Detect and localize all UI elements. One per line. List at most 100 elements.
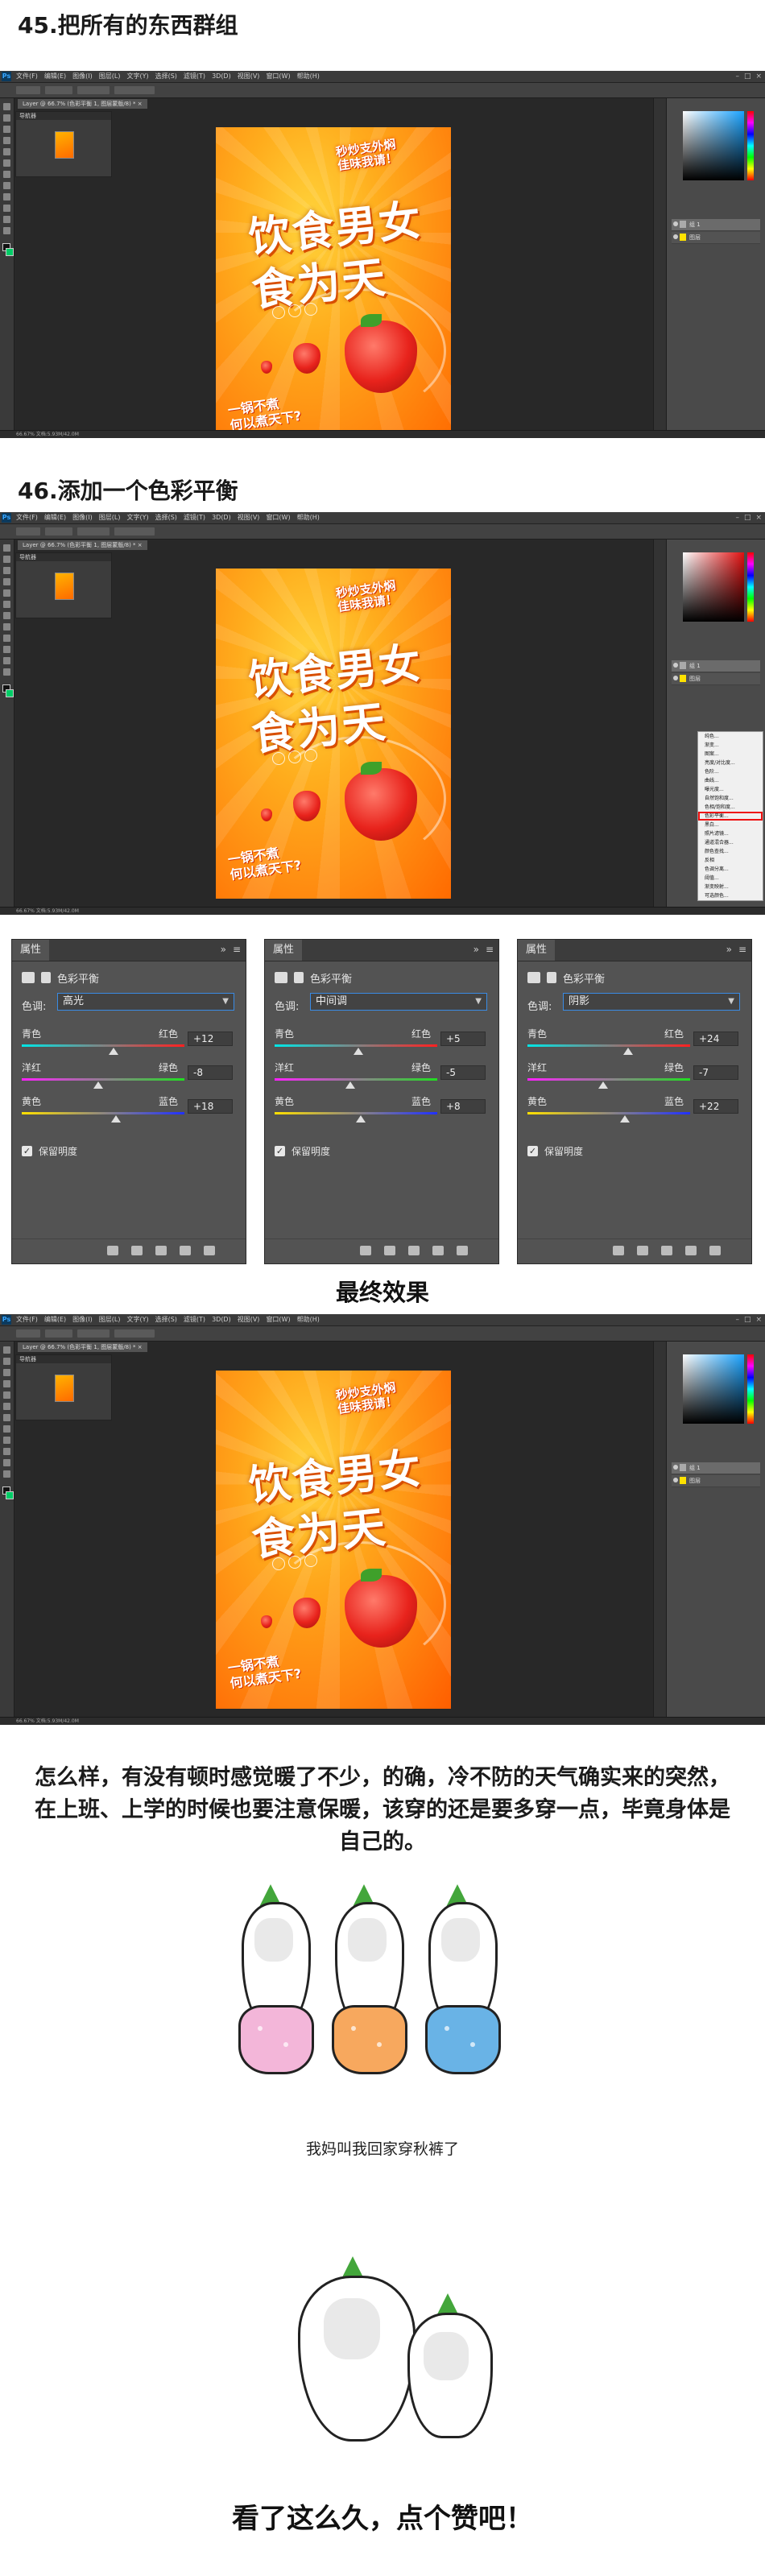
tone-select[interactable]: 高光 ▼ xyxy=(57,993,234,1011)
navigator-thumbnail[interactable] xyxy=(55,131,74,159)
menu-view[interactable]: 视图(V) xyxy=(238,1316,260,1324)
move-tool-icon[interactable] xyxy=(3,544,10,552)
properties-tab[interactable]: 属性 xyxy=(518,940,556,961)
menu-file[interactable]: 文件(F) xyxy=(16,1316,38,1324)
preserve-luminosity[interactable]: ✓ 保留明度 xyxy=(22,1144,77,1158)
menu-3d[interactable]: 3D(D) xyxy=(212,72,231,81)
navigator-thumbnail[interactable] xyxy=(55,1375,74,1402)
menu-item-selective-color[interactable]: 可选颜色... xyxy=(698,891,763,900)
cyan-red-value[interactable]: +12 xyxy=(188,1032,233,1046)
slider-handle[interactable] xyxy=(356,1115,366,1123)
color-picker[interactable] xyxy=(683,111,744,180)
stamp-tool-icon[interactable] xyxy=(3,1414,10,1421)
menu-view[interactable]: 视图(V) xyxy=(238,514,260,522)
hue-slider[interactable] xyxy=(747,552,754,622)
option-control[interactable] xyxy=(114,86,155,94)
menu-help[interactable]: 帮助(H) xyxy=(297,514,320,522)
maximize-icon[interactable]: □ xyxy=(744,513,751,523)
pen-tool-icon[interactable] xyxy=(3,205,10,212)
gradient-tool-icon[interactable] xyxy=(3,1437,10,1444)
menu-layer[interactable]: 图层(L) xyxy=(99,514,121,522)
pen-tool-icon[interactable] xyxy=(3,1448,10,1455)
mask-icon[interactable] xyxy=(41,972,51,983)
menu-item-gradient[interactable]: 渐变... xyxy=(698,741,763,750)
stamp-tool-icon[interactable] xyxy=(3,171,10,178)
menu-view[interactable]: 视图(V) xyxy=(238,72,260,81)
cyan-red-value[interactable]: +5 xyxy=(440,1032,486,1046)
document-tab[interactable]: Layer @ 66.7% (色彩平衡 1, 图层蒙版/8) * × xyxy=(18,99,147,109)
crop-tool-icon[interactable] xyxy=(3,1380,10,1387)
menu-layer[interactable]: 图层(L) xyxy=(99,72,121,81)
reset-icon[interactable] xyxy=(155,1246,167,1255)
checkbox-checked-icon[interactable]: ✓ xyxy=(22,1146,32,1156)
color-picker[interactable] xyxy=(683,1354,744,1424)
yellow-blue-slider[interactable] xyxy=(527,1112,690,1114)
collapse-icon[interactable]: » xyxy=(473,944,479,955)
menu-edit[interactable]: 编辑(E) xyxy=(44,72,66,81)
collapse-icon[interactable]: » xyxy=(221,944,226,955)
yellow-blue-value[interactable]: +8 xyxy=(440,1099,486,1114)
properties-tab[interactable]: 属性 xyxy=(12,940,50,961)
panel-menu-icon[interactable]: ≡ xyxy=(233,944,241,955)
eye-icon[interactable] xyxy=(673,1478,678,1482)
layer-row[interactable]: 组 1 xyxy=(672,1462,760,1474)
type-tool-icon[interactable] xyxy=(3,216,10,223)
marquee-tool-icon[interactable] xyxy=(3,556,10,563)
menu-type[interactable]: 文字(Y) xyxy=(126,514,148,522)
option-control[interactable] xyxy=(45,86,72,94)
lasso-tool-icon[interactable] xyxy=(3,126,10,133)
menu-type[interactable]: 文字(Y) xyxy=(126,72,148,81)
eraser-tool-icon[interactable] xyxy=(3,623,10,631)
menu-file[interactable]: 文件(F) xyxy=(16,72,38,81)
menu-item-channel-mixer[interactable]: 通道混合器... xyxy=(698,838,763,847)
menu-filter[interactable]: 滤镜(T) xyxy=(184,1316,205,1324)
tone-select[interactable]: 中间调 ▼ xyxy=(310,993,487,1011)
menu-window[interactable]: 窗口(W) xyxy=(266,72,290,81)
option-control[interactable] xyxy=(45,1329,72,1338)
clip-icon[interactable] xyxy=(613,1246,624,1255)
crop-tool-icon[interactable] xyxy=(3,578,10,585)
menu-help[interactable]: 帮助(H) xyxy=(297,1316,320,1324)
magenta-green-value[interactable]: -7 xyxy=(693,1065,738,1080)
menu-item-curves[interactable]: 曲线... xyxy=(698,776,763,785)
option-control[interactable] xyxy=(77,527,110,535)
option-control[interactable] xyxy=(114,527,155,535)
eyedropper-tool-icon[interactable] xyxy=(3,589,10,597)
menu-image[interactable]: 图像(I) xyxy=(72,72,93,81)
color-picker[interactable] xyxy=(683,552,744,622)
magenta-green-value[interactable]: -8 xyxy=(188,1065,233,1080)
minimize-icon[interactable]: – xyxy=(735,513,739,523)
brush-tool-icon[interactable] xyxy=(3,601,10,608)
delete-icon[interactable] xyxy=(709,1246,721,1255)
background-color-icon[interactable] xyxy=(6,1491,14,1499)
background-color-icon[interactable] xyxy=(6,248,14,256)
slider-handle[interactable] xyxy=(620,1115,630,1123)
minimize-icon[interactable]: – xyxy=(735,72,739,81)
type-tool-icon[interactable] xyxy=(3,657,10,664)
eye-icon[interactable] xyxy=(673,1465,678,1470)
menu-item-gradient-map[interactable]: 渐变映射... xyxy=(698,883,763,891)
layer-row[interactable]: 图层 xyxy=(672,673,760,685)
option-control[interactable] xyxy=(77,1329,110,1338)
menu-select[interactable]: 选择(S) xyxy=(155,72,177,81)
eyedropper-tool-icon[interactable] xyxy=(3,148,10,155)
hue-slider[interactable] xyxy=(747,1354,754,1424)
eyedropper-tool-icon[interactable] xyxy=(3,1391,10,1399)
close-icon[interactable]: × xyxy=(755,1315,762,1325)
menu-help[interactable]: 帮助(H) xyxy=(297,72,320,81)
properties-tab[interactable]: 属性 xyxy=(265,940,303,961)
tone-select[interactable]: 阴影 ▼ xyxy=(563,993,740,1011)
menu-image[interactable]: 图像(I) xyxy=(72,514,93,522)
lasso-tool-icon[interactable] xyxy=(3,567,10,574)
option-control[interactable] xyxy=(16,1329,40,1338)
option-control[interactable] xyxy=(16,86,40,94)
hand-tool-icon[interactable] xyxy=(3,1470,10,1478)
menu-edit[interactable]: 编辑(E) xyxy=(44,1316,66,1324)
cyan-red-slider[interactable] xyxy=(275,1044,437,1047)
pen-tool-icon[interactable] xyxy=(3,646,10,653)
layer-row[interactable]: 组 1 xyxy=(672,219,760,231)
layer-row[interactable]: 组 1 xyxy=(672,660,760,672)
reset-icon[interactable] xyxy=(408,1246,420,1255)
layer-row[interactable]: 图层 xyxy=(672,232,760,244)
menu-file[interactable]: 文件(F) xyxy=(16,514,38,522)
